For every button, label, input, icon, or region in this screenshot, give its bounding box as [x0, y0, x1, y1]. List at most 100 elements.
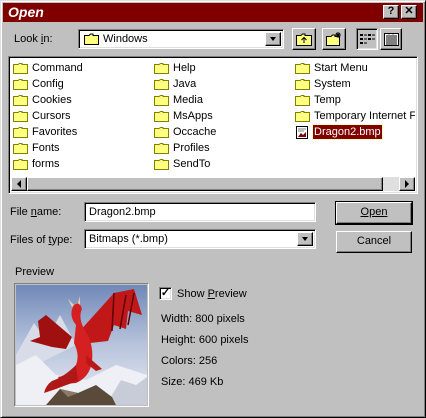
- look-in-combo[interactable]: Windows: [78, 29, 284, 49]
- cancel-button[interactable]: Cancel: [336, 231, 412, 253]
- list-item[interactable]: Temporary Internet Files: [295, 108, 415, 124]
- new-folder-icon: [326, 32, 341, 46]
- preview-colors: Colors: 256: [161, 355, 218, 367]
- file-name: Fonts: [32, 142, 60, 154]
- title-bar[interactable]: Open ? ✕: [3, 3, 423, 22]
- show-preview-label[interactable]: Show Preview: [177, 287, 247, 301]
- file-name: MsApps: [173, 110, 213, 122]
- folder-icon: [295, 110, 310, 122]
- folder-icon: [154, 62, 169, 74]
- file-name: Help: [173, 62, 196, 74]
- list-item[interactable]: Media: [154, 92, 217, 108]
- folder-icon: [154, 142, 169, 154]
- list-item[interactable]: Fonts: [13, 140, 84, 156]
- help-button[interactable]: ?: [383, 5, 399, 19]
- list-item[interactable]: Start Menu: [295, 60, 415, 76]
- open-button-label: Open: [360, 206, 388, 218]
- list-item[interactable]: Cursors: [13, 108, 84, 124]
- file-column-3: Start Menu System Temp Temporary Interne…: [295, 60, 415, 140]
- file-name: Java: [173, 78, 197, 90]
- window-title: Open: [8, 4, 44, 20]
- file-name: Config: [32, 78, 64, 90]
- arrow-left-icon: [17, 180, 21, 188]
- files-of-type-label: Files of type:: [10, 234, 73, 246]
- file-name: SendTo: [173, 158, 211, 170]
- checkmark-icon: ✓: [160, 287, 171, 299]
- file-name-field[interactable]: Dragon2.bmp: [84, 202, 316, 222]
- folder-icon: [295, 78, 310, 90]
- scroll-left-button[interactable]: [11, 177, 27, 191]
- horizontal-scrollbar[interactable]: [11, 177, 415, 191]
- file-name: Command: [32, 62, 83, 74]
- chevron-down-icon: [270, 37, 276, 41]
- list-item[interactable]: Config: [13, 76, 84, 92]
- folder-icon: [13, 158, 28, 170]
- list-item[interactable]: Temp: [295, 92, 415, 108]
- dragon-preview-image: [16, 285, 147, 405]
- file-column-1: Command Config Cookies Cursors Favorites…: [13, 60, 84, 172]
- create-new-folder-button[interactable]: [322, 28, 346, 50]
- scroll-right-button[interactable]: [399, 177, 415, 191]
- preview-label: Preview: [15, 266, 55, 278]
- list-item[interactable]: MsApps: [154, 108, 217, 124]
- list-item[interactable]: Favorites: [13, 124, 84, 140]
- file-name: Dragon2.bmp: [312, 124, 383, 140]
- files-of-type-value: Bitmaps (*.bmp): [89, 233, 168, 245]
- folder-icon: [154, 78, 169, 90]
- look-in-value: Windows: [103, 33, 148, 45]
- file-name: Cursors: [32, 110, 71, 122]
- list-view-button[interactable]: [356, 28, 378, 50]
- details-view-button[interactable]: [380, 28, 402, 50]
- folder-icon: [154, 158, 169, 170]
- file-name: Temp: [314, 94, 341, 106]
- file-name: forms: [32, 158, 60, 170]
- list-item[interactable]: Java: [154, 76, 217, 92]
- folder-icon: [13, 94, 28, 106]
- open-button[interactable]: Open: [335, 201, 413, 225]
- file-name: Favorites: [32, 126, 78, 138]
- list-item-selected[interactable]: Dragon2.bmp: [295, 124, 415, 140]
- look-in-label: Look in:: [14, 33, 53, 45]
- preview-pane: [14, 283, 149, 407]
- preview-size: Size: 469 Kb: [161, 376, 224, 388]
- list-item[interactable]: Occache: [154, 124, 217, 140]
- list-item[interactable]: Help: [154, 60, 217, 76]
- preview-width: Width: 800 pixels: [161, 313, 245, 325]
- files-of-type-combo[interactable]: Bitmaps (*.bmp): [84, 229, 316, 249]
- chevron-down-icon: [302, 237, 308, 241]
- file-name: Media: [173, 94, 203, 106]
- folder-icon: [13, 142, 28, 154]
- file-name: Occache: [173, 126, 217, 138]
- close-button[interactable]: ✕: [401, 5, 417, 19]
- up-one-level-button[interactable]: [292, 28, 316, 50]
- arrow-right-icon: [405, 180, 409, 188]
- folder-icon: [13, 78, 28, 90]
- file-column-2: Help Java Media MsApps Occache Profiles …: [154, 60, 217, 172]
- folder-icon: [154, 110, 169, 122]
- folder-icon: [154, 126, 169, 138]
- list-view-icon: [360, 34, 375, 44]
- folder-icon: [154, 94, 169, 106]
- list-item[interactable]: SendTo: [154, 156, 217, 172]
- file-name: Temporary Internet Files: [314, 110, 415, 122]
- folder-icon: [295, 62, 310, 74]
- list-item[interactable]: Command: [13, 60, 84, 76]
- up-folder-icon: [296, 33, 312, 46]
- folder-icon: [295, 94, 310, 106]
- folder-icon: [13, 110, 28, 122]
- list-item[interactable]: System: [295, 76, 415, 92]
- file-list[interactable]: Command Config Cookies Cursors Favorites…: [8, 56, 418, 194]
- list-item[interactable]: forms: [13, 156, 84, 172]
- cancel-button-label: Cancel: [356, 235, 392, 247]
- file-name: System: [314, 78, 351, 90]
- scroll-thumb[interactable]: [27, 177, 383, 191]
- show-preview-checkbox[interactable]: ✓: [159, 287, 172, 300]
- file-name: Start Menu: [314, 62, 368, 74]
- files-of-type-dropdown-button[interactable]: [297, 232, 313, 246]
- look-in-dropdown-button[interactable]: [265, 32, 281, 46]
- bitmap-file-icon: [296, 125, 308, 139]
- folder-icon: [13, 126, 28, 138]
- list-item[interactable]: Cookies: [13, 92, 84, 108]
- list-item[interactable]: Profiles: [154, 140, 217, 156]
- folder-icon: [84, 33, 99, 45]
